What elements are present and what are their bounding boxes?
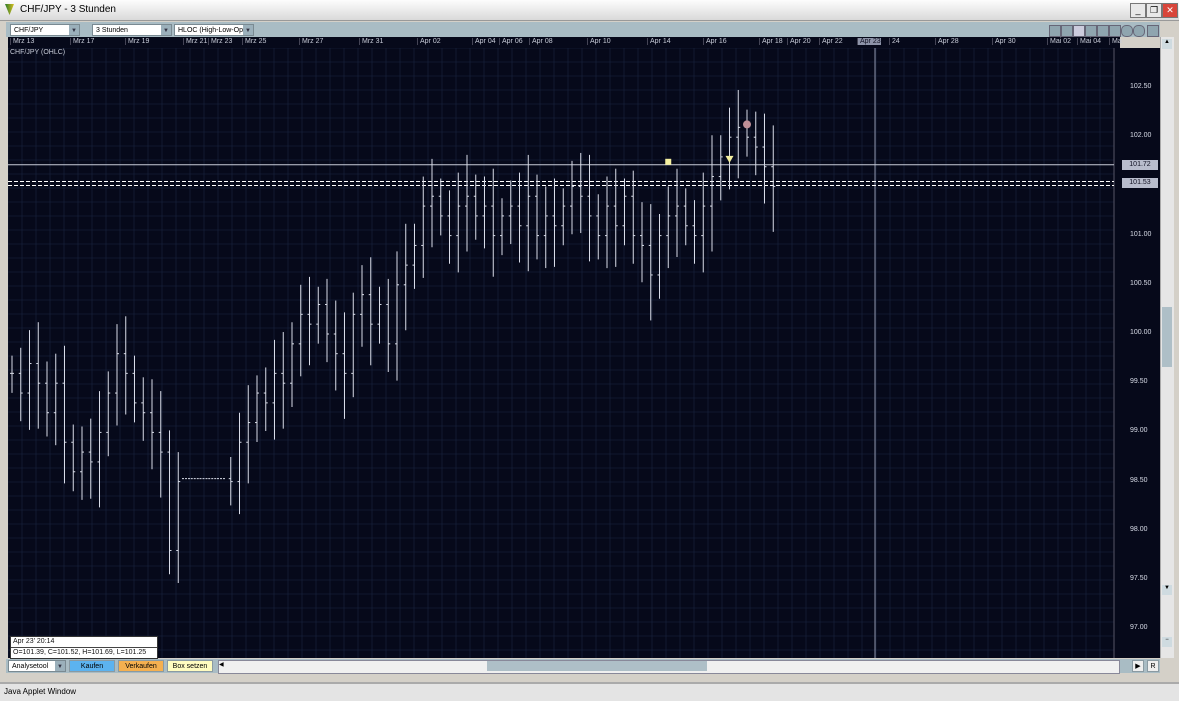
app-logo-icon	[5, 4, 14, 15]
x-tick-label: Apr 04	[472, 38, 496, 45]
y-tick-label: 100.50	[1130, 279, 1152, 287]
buy-button[interactable]: Kaufen	[69, 660, 115, 672]
y-tick-label: 101.00	[1130, 230, 1152, 238]
chart-background	[8, 48, 1160, 658]
x-tick-label: Mrz 21	[183, 38, 207, 45]
x-tick-label: Mai 02	[1047, 38, 1071, 45]
price-chart[interactable]	[8, 48, 1160, 658]
chevron-down-icon[interactable]: ▼	[243, 25, 253, 35]
table-icon[interactable]	[1085, 25, 1097, 37]
x-tick-label: Apr 10	[587, 38, 611, 45]
vertical-scrollbar[interactable]: ▲ ▼ −	[1160, 37, 1174, 658]
bottom-toolbar: Analysetool ▼ Kaufen Verkaufen Box setzen…	[6, 659, 1160, 674]
interval-value: 3 Stunden	[96, 27, 128, 34]
chevron-down-icon[interactable]: ▼	[69, 25, 79, 35]
minimize-button[interactable]: _	[1130, 3, 1146, 18]
chart-series-label: CHF/JPY (OHLC)	[10, 49, 66, 56]
close-button[interactable]: ✕	[1162, 3, 1178, 18]
x-tick-label: Mrz 31	[359, 38, 383, 45]
x-tick-label: Apr 28	[935, 38, 959, 45]
horizontal-scrollbar[interactable]: ◀	[218, 660, 1120, 674]
marker-square-icon	[665, 158, 672, 165]
sell-button[interactable]: Verkaufen	[118, 660, 164, 672]
window-title: CHF/JPY - 3 Stunden	[20, 4, 116, 15]
x-tick-label: Apr 14	[647, 38, 671, 45]
x-tick-label: Apr 22	[819, 38, 843, 45]
detach-window-icon[interactable]	[1147, 25, 1159, 37]
price-line-label: 101.53	[1122, 178, 1158, 189]
x-tick-label: Mrz 25	[242, 38, 266, 45]
symbol-value: CHF/JPY	[14, 27, 44, 34]
scroll-up-icon[interactable]: ▲	[1162, 39, 1172, 49]
chart-toolbar: CHF/JPY ▼ 3 Stunden ▼ HLOC (High-Low-Op ▼	[6, 22, 1160, 37]
zoom-in-icon[interactable]	[1121, 25, 1133, 37]
x-tick-label: Mai 04	[1077, 38, 1101, 45]
chart-type-value: HLOC (High-Low-Op	[178, 27, 243, 34]
chevron-down-icon[interactable]: ▼	[161, 25, 171, 35]
x-tick-label: Mrz 13	[10, 38, 34, 45]
scrollbar-thumb[interactable]	[1162, 307, 1172, 367]
status-bar: Java Applet Window	[0, 682, 1179, 701]
horizontal-grid-icon[interactable]	[1097, 25, 1109, 37]
x-tick-label: Apr 16	[703, 38, 727, 45]
x-tick-label: 24	[889, 38, 900, 45]
grid-lines-icon[interactable]	[1061, 25, 1073, 37]
zoom-out-y-icon[interactable]: −	[1162, 637, 1172, 647]
y-tick-label: 98.00	[1130, 525, 1148, 533]
x-tick-label: Apr 20	[787, 38, 811, 45]
x-tick-label: Apr 23	[857, 38, 881, 45]
analysis-tool-value: Analysetool	[12, 663, 49, 670]
x-tick-label: Apr 02	[417, 38, 441, 45]
scroll-left-icon[interactable]: ◀	[219, 661, 227, 671]
x-tick-label: Apr 06	[499, 38, 523, 45]
symbol-select[interactable]: CHF/JPY ▼	[10, 24, 80, 36]
ohlc-info-box: Apr 23' 20:14 O=101.39, C=101.52, H=101.…	[10, 636, 158, 659]
y-tick-label: 99.00	[1130, 427, 1148, 435]
chart-type-select[interactable]: HLOC (High-Low-Op ▼	[174, 24, 254, 36]
chevron-down-icon[interactable]: ▼	[55, 661, 65, 671]
scrollbar-thumb[interactable]	[487, 661, 707, 671]
x-tick-label: Apr 08	[529, 38, 553, 45]
y-tick-label: 97.50	[1130, 575, 1148, 582]
x-tick-label: Apr 18	[759, 38, 783, 45]
x-tick-label: Mrz 19	[125, 38, 149, 45]
x-tick-label: Mrz 17	[70, 38, 94, 45]
info-date: Apr 23' 20:14	[13, 638, 55, 645]
analysis-tool-select[interactable]: Analysetool ▼	[8, 660, 66, 672]
set-box-button[interactable]: Box setzen	[167, 660, 213, 672]
zoom-icon[interactable]	[1073, 25, 1085, 37]
y-tick-label: 100.00	[1130, 329, 1152, 336]
vertical-grid-icon[interactable]	[1109, 25, 1121, 37]
scroll-right-button[interactable]: ▶	[1132, 660, 1144, 672]
zoom-out-icon[interactable]	[1133, 25, 1145, 37]
marker-circle-icon	[743, 120, 751, 129]
draw-line-icon[interactable]	[1049, 25, 1061, 37]
x-tick-label: Mrz 23	[208, 38, 232, 45]
y-tick-label: 97.00	[1130, 624, 1148, 632]
scroll-down-icon[interactable]: ▼	[1162, 585, 1172, 595]
y-tick-label: 98.50	[1130, 476, 1148, 484]
info-values: O=101.39, C=101.52, H=101.69, L=101.25	[11, 647, 157, 658]
interval-select[interactable]: 3 Stunden ▼	[92, 24, 172, 36]
y-tick-label: 102.00	[1130, 132, 1152, 140]
y-tick-label: 99.50	[1130, 378, 1148, 386]
price-line-label: 101.72	[1122, 159, 1158, 170]
restore-button[interactable]: ❐	[1146, 3, 1162, 18]
title-bar: CHF/JPY - 3 Stunden _ ❐ ✕	[0, 0, 1179, 21]
x-tick-label: Ma	[1109, 38, 1122, 45]
x-tick-label: Mrz 27	[299, 38, 323, 45]
x-tick-label: Apr 30	[992, 38, 1016, 45]
y-tick-label: 102.50	[1130, 83, 1152, 90]
reset-button[interactable]: R	[1147, 660, 1159, 672]
